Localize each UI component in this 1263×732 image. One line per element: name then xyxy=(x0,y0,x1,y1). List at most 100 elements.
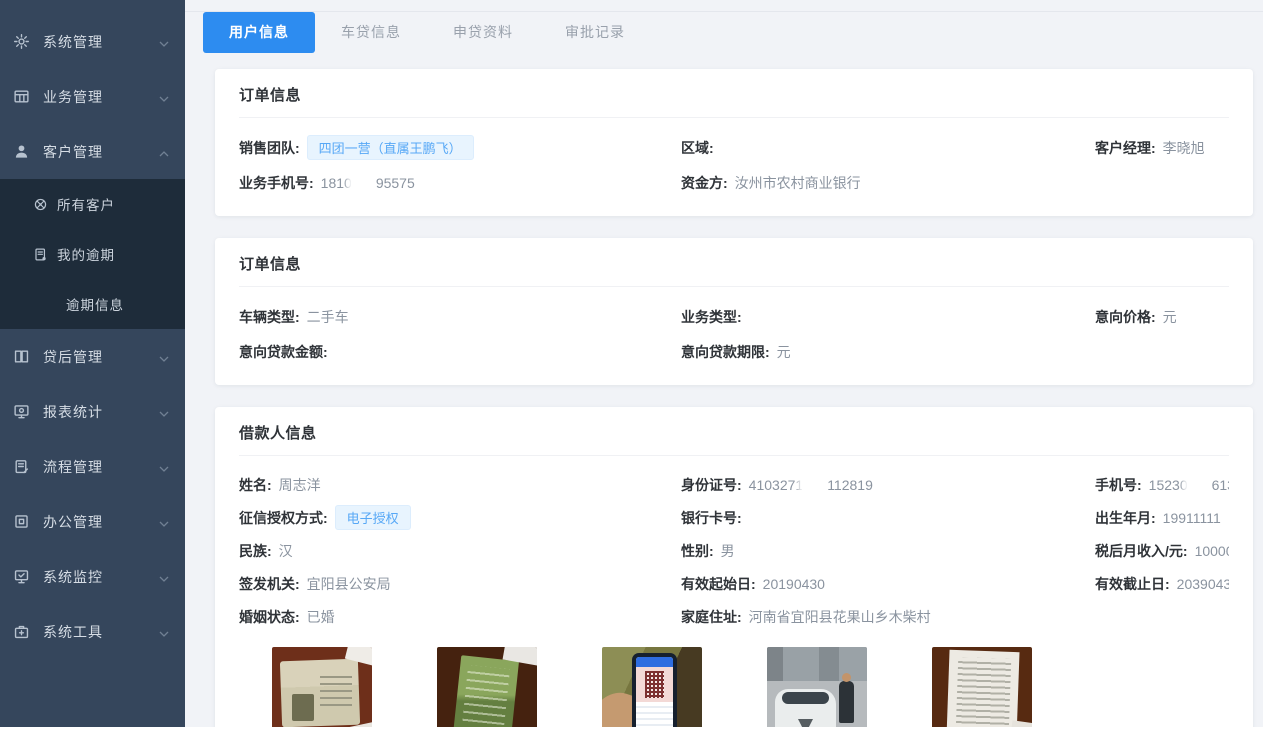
field-value: 20190430 xyxy=(763,576,825,592)
field-label: 资金方: xyxy=(681,173,728,193)
field-value: 李晓旭 xyxy=(1163,138,1205,158)
field-valid-to: 有效截止日: 20390430 xyxy=(1095,567,1229,600)
loan-intent-card: 订单信息 车辆类型: 二手车 业务类型: 意向价格: 元 xyxy=(215,238,1253,385)
field-value: 周志洋 xyxy=(279,475,321,495)
tab-loan-application-docs[interactable]: 申贷资料 xyxy=(427,12,539,53)
wheel-icon xyxy=(33,197,48,212)
photo-green-booklet[interactable] xyxy=(437,647,537,727)
grid-icon xyxy=(13,88,30,105)
field-marital-status: 婚姻状态: 已婚 xyxy=(239,600,681,633)
field-label: 意向贷款期限: xyxy=(681,342,770,362)
field-label: 民族: xyxy=(239,541,272,561)
field-value: 181095575 xyxy=(321,175,415,191)
field-value: 已婚 xyxy=(307,607,335,627)
qr-code-area xyxy=(636,667,673,702)
person-shape xyxy=(839,681,854,723)
field-value: 二手车 xyxy=(307,307,349,327)
photo-item: 人车照 xyxy=(767,647,867,727)
chevron-down-icon xyxy=(159,34,169,50)
field-label: 区域: xyxy=(681,138,714,158)
sidebar-item-label: 系统管理 xyxy=(43,32,155,52)
field-home-address: 家庭住址: 河南省宜阳县花果山乡木柴村 xyxy=(681,600,1095,633)
card-title: 订单信息 xyxy=(239,253,1229,287)
sidebar-item-customer-management[interactable]: 客户管理 xyxy=(0,124,185,179)
field-value: 汉 xyxy=(279,541,293,561)
chevron-down-icon xyxy=(159,624,169,640)
field-label: 姓名: xyxy=(239,475,272,495)
sidebar-item-process-management[interactable]: 流程管理 xyxy=(0,439,185,494)
detail-tabs: 用户信息 车贷信息 申贷资料 审批记录 xyxy=(203,12,1263,53)
field-value: 4103271112819 xyxy=(749,477,873,493)
field-value: 10000 xyxy=(1195,543,1229,559)
photo-phone-qr[interactable] xyxy=(602,647,702,727)
handwriting-lines xyxy=(956,657,1012,727)
sidebar-item-label: 报表统计 xyxy=(43,402,155,422)
field-label: 销售团队: xyxy=(239,138,300,158)
notebook-icon xyxy=(33,247,48,262)
toolbox-icon xyxy=(13,623,30,640)
book-columns-icon xyxy=(13,348,30,365)
field-grid: 车辆类型: 二手车 业务类型: 意向价格: 元 意向贷款金额: xyxy=(239,299,1229,369)
card-title: 借款人信息 xyxy=(239,422,1229,456)
redacted-digits xyxy=(351,177,377,190)
sidebar-item-label: 所有客户 xyxy=(57,194,115,214)
field-bank-card: 银行卡号: xyxy=(681,501,1095,534)
sidebar-item-postloan-management[interactable]: 贷后管理 xyxy=(0,329,185,384)
chevron-down-icon xyxy=(159,459,169,475)
field-intent-loan-term: 意向贷款期限: 元 xyxy=(681,334,1095,369)
sidebar-item-report-statistics[interactable]: 报表统计 xyxy=(0,384,185,439)
sales-team-tag[interactable]: 四团一营（直属王鹏飞） xyxy=(307,135,474,160)
field-funder: 资金方: 汝州市农村商业银行 xyxy=(681,165,1095,200)
field-label: 客户经理: xyxy=(1095,138,1156,158)
photo-item: 身份证 xyxy=(272,647,372,727)
top-divider xyxy=(185,0,1263,12)
tab-approval-records[interactable]: 审批记录 xyxy=(539,12,651,53)
photo-id-card[interactable] xyxy=(272,647,372,727)
clipboard-icon xyxy=(13,458,30,475)
photo-document[interactable] xyxy=(932,647,1032,727)
field-value: 汝州市农村商业银行 xyxy=(735,173,861,193)
sidebar-item-all-customers[interactable]: 所有客户 xyxy=(0,179,185,229)
field-value: 元 xyxy=(1163,307,1177,327)
field-label: 意向价格: xyxy=(1095,307,1156,327)
card-title: 订单信息 xyxy=(239,84,1229,118)
field-label: 业务手机号: xyxy=(239,173,314,193)
sidebar-item-label: 系统监控 xyxy=(43,567,155,587)
chevron-down-icon xyxy=(159,404,169,420)
screen-list xyxy=(636,702,673,727)
field-label: 身份证号: xyxy=(681,475,742,495)
redacted-digits xyxy=(1187,479,1213,492)
tab-user-info[interactable]: 用户信息 xyxy=(203,12,315,53)
sidebar-item-my-overdue[interactable]: 我的逾期 xyxy=(0,229,185,279)
sidebar-item-system-tools[interactable]: 系统工具 xyxy=(0,604,185,659)
sidebar-item-system-management[interactable]: 系统管理 xyxy=(0,14,185,69)
field-label: 婚姻状态: xyxy=(239,607,300,627)
field-grid: 销售团队: 四团一营（直属王鹏飞） 区域: 客户经理: 李晓旭 业务手机号: 1… xyxy=(239,130,1229,200)
credit-auth-tag[interactable]: 电子授权 xyxy=(335,505,411,530)
field-label: 税后月收入/元: xyxy=(1095,541,1188,561)
field-label: 车辆类型: xyxy=(239,307,300,327)
monitor-check-icon xyxy=(13,568,30,585)
field-region: 区域: xyxy=(681,130,1095,165)
user-icon xyxy=(13,143,30,160)
photo-car[interactable] xyxy=(767,647,867,727)
field-label: 业务类型: xyxy=(681,307,742,327)
main-content: 用户信息 车贷信息 申贷资料 审批记录 订单信息 销售团队: 四团一营（直属王鹏… xyxy=(185,0,1263,727)
field-empty xyxy=(1095,165,1229,200)
sidebar-item-system-monitor[interactable]: 系统监控 xyxy=(0,549,185,604)
photo-item: 驾驶证照片 xyxy=(437,647,537,727)
field-empty xyxy=(1095,600,1229,633)
field-value: 男 xyxy=(721,541,735,561)
field-gender: 性别: 男 xyxy=(681,534,1095,567)
background-buildings xyxy=(767,647,867,681)
field-ethnicity: 民族: 汉 xyxy=(239,534,681,567)
tab-car-loan-info[interactable]: 车贷信息 xyxy=(315,12,427,53)
field-label: 签发机关: xyxy=(239,574,300,594)
field-value: 宜阳县公安局 xyxy=(307,574,391,594)
sidebar-item-business-management[interactable]: 业务管理 xyxy=(0,69,185,124)
sidebar-item-overdue-info[interactable]: 逾期信息 xyxy=(0,279,185,329)
id-text-lines xyxy=(320,671,352,709)
sidebar-item-office-management[interactable]: 办公管理 xyxy=(0,494,185,549)
order-info-card: 订单信息 销售团队: 四团一营（直属王鹏飞） 区域: 客户经理: 李晓旭 xyxy=(215,69,1253,216)
chevron-up-icon xyxy=(159,144,169,160)
